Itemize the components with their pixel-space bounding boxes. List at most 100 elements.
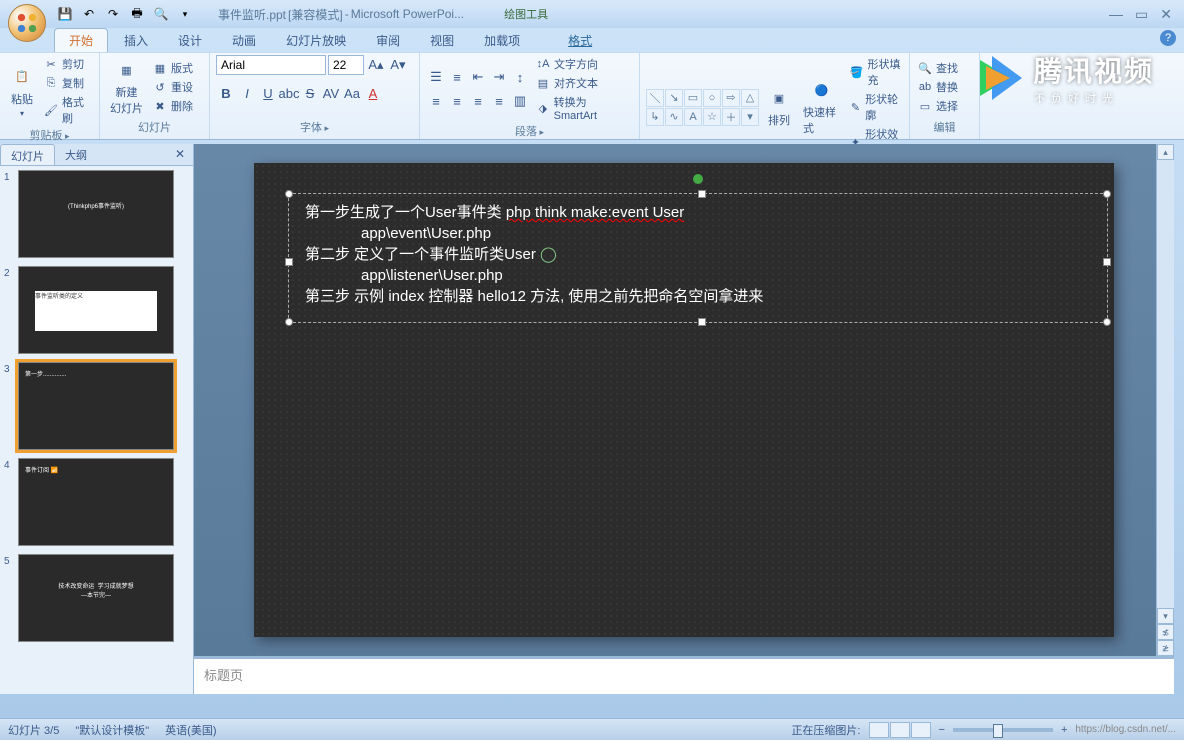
justify-button[interactable]: ≡ [489,91,509,111]
smartart-button[interactable]: ⬗转换为 SmartArt [534,93,633,123]
shape-curve-icon[interactable]: ∿ [665,108,683,126]
resize-handle-bl[interactable] [285,318,293,326]
slide-canvas-area[interactable]: 第一步生成了一个User事件类 php think make:event Use… [194,144,1174,656]
qat-print-icon[interactable]: 🖶 [128,5,146,23]
next-slide-button[interactable]: ≵ [1157,640,1174,656]
qat-save-icon[interactable]: 💾 [56,5,74,23]
shape-star-icon[interactable]: ☆ [703,108,721,126]
zoom-in-button[interactable]: + [1061,724,1067,736]
resize-handle-r[interactable] [1103,258,1111,266]
rotation-handle[interactable] [693,174,703,184]
slide-canvas[interactable]: 第一步生成了一个User事件类 php think make:event Use… [254,163,1114,637]
shape-fill-button[interactable]: 🪣形状填充 [848,55,903,89]
minimize-button[interactable]: — [1109,6,1123,23]
panel-tab-slides[interactable]: 幻灯片 [0,144,55,165]
zoom-out-button[interactable]: − [939,724,945,736]
shape-arrow-icon[interactable]: ↘ [665,89,683,107]
shape-rect-icon[interactable]: ▭ [684,89,702,107]
shapes-gallery[interactable]: ＼ ↘ ▭ ○ ⇨ △ ↳ ∿ A ☆ ＋ ▾ [646,89,759,126]
strike-button[interactable]: S [300,83,320,103]
bullets-button[interactable]: ☰ [426,67,446,87]
quick-styles-button[interactable]: 🔵快速样式 [799,76,844,138]
shape-textbox-icon[interactable]: A [684,108,702,126]
align-center-button[interactable]: ≡ [447,91,467,111]
maximize-button[interactable]: ▭ [1135,6,1148,23]
align-right-button[interactable]: ≡ [468,91,488,111]
layout-button[interactable]: ▦版式 [151,59,195,77]
thumbnail-4[interactable]: 事件订阅 📶 [18,458,174,546]
resize-handle-l[interactable] [285,258,293,266]
decrease-indent-button[interactable]: ⇤ [468,67,488,87]
font-color-button[interactable]: A [363,83,383,103]
select-button[interactable]: ▭选择 [916,97,960,115]
close-button[interactable]: ✕ [1160,6,1172,23]
normal-view-button[interactable] [869,722,889,738]
arrange-button[interactable]: ▣排列 [763,84,795,130]
font-size-select[interactable] [328,55,364,75]
resize-handle-b[interactable] [698,318,706,326]
font-name-select[interactable] [216,55,326,75]
qat-undo-icon[interactable]: ↶ [80,5,98,23]
cut-button[interactable]: ✂剪切 [42,55,93,73]
thumbnail-3[interactable]: 第一步.............. [18,362,174,450]
tab-home[interactable]: 开始 [54,28,108,52]
shape-connector-icon[interactable]: ↳ [646,108,664,126]
shrink-font-button[interactable]: A▾ [388,55,408,75]
thumbnail-1[interactable]: (Thinkphp6事件监听) [18,170,174,258]
panel-close-button[interactable]: ✕ [167,144,193,165]
shape-line-icon[interactable]: ＼ [646,89,664,107]
resize-handle-tr[interactable] [1103,190,1111,198]
line-spacing-button[interactable]: ↕ [510,67,530,87]
shape-oval-icon[interactable]: ○ [703,89,721,107]
textbox-content[interactable]: 第一步生成了一个User事件类 php think make:event Use… [289,194,1107,315]
char-spacing-button[interactable]: AV [321,83,341,103]
copy-button[interactable]: ⎘复制 [42,74,93,92]
zoom-slider[interactable] [953,728,1053,732]
bold-button[interactable]: B [216,83,236,103]
change-case-button[interactable]: Aa [342,83,362,103]
qat-redo-icon[interactable]: ↷ [104,5,122,23]
qat-preview-icon[interactable]: 🔍 [152,5,170,23]
columns-button[interactable]: ▥ [510,91,530,111]
tab-review[interactable]: 审阅 [362,29,414,52]
format-painter-button[interactable]: 🖌格式刷 [42,93,93,127]
tab-addins[interactable]: 加载项 [470,29,534,52]
align-text-button[interactable]: ▤对齐文本 [534,74,633,92]
numbering-button[interactable]: ≡ [447,67,467,87]
qat-more-icon[interactable]: ▾ [176,5,194,23]
shadow-button[interactable]: abc [279,83,299,103]
thumbnail-5[interactable]: 技术改变命运 学习成就梦想 —本节完— [18,554,174,642]
shape-plus-icon[interactable]: ＋ [722,108,740,126]
tab-slideshow[interactable]: 幻灯片放映 [272,29,360,52]
paste-button[interactable]: 📋 粘贴 ▾ [6,63,38,120]
align-left-button[interactable]: ≡ [426,91,446,111]
tab-format[interactable]: 格式 [554,29,606,52]
thumbnails-list[interactable]: 1(Thinkphp6事件监听) 2事件监听类的定义 3第一步.........… [0,166,193,694]
resize-handle-br[interactable] [1103,318,1111,326]
text-direction-button[interactable]: ↕A文字方向 [534,55,633,73]
delete-slide-button[interactable]: ✖删除 [151,97,195,115]
help-button[interactable]: ? [1160,30,1176,46]
panel-tab-outline[interactable]: 大纲 [55,144,97,165]
prev-slide-button[interactable]: ≴ [1157,624,1174,640]
italic-button[interactable]: I [237,83,257,103]
slideshow-view-button[interactable] [911,722,931,738]
language-indicator[interactable]: 英语(美国) [165,722,216,738]
resize-handle-t[interactable] [698,190,706,198]
tab-animation[interactable]: 动画 [218,29,270,52]
grow-font-button[interactable]: A▴ [366,55,386,75]
tab-design[interactable]: 设计 [164,29,216,52]
vertical-scrollbar[interactable]: ▴ ▾ ≴ ≵ [1156,144,1174,656]
thumbnail-2[interactable]: 事件监听类的定义 [18,266,174,354]
shape-more-icon[interactable]: ▾ [741,108,759,126]
notes-pane[interactable]: 标题页 [194,656,1174,694]
shape-brace-icon[interactable]: ⇨ [722,89,740,107]
replace-button[interactable]: ab替换 [916,78,960,96]
shape-outline-button[interactable]: ✎形状轮廓 [848,90,903,124]
scroll-up-button[interactable]: ▴ [1157,144,1174,160]
tab-insert[interactable]: 插入 [110,29,162,52]
underline-button[interactable]: U [258,83,278,103]
content-textbox[interactable]: 第一步生成了一个User事件类 php think make:event Use… [288,193,1108,323]
resize-handle-tl[interactable] [285,190,293,198]
office-button[interactable] [8,4,46,42]
